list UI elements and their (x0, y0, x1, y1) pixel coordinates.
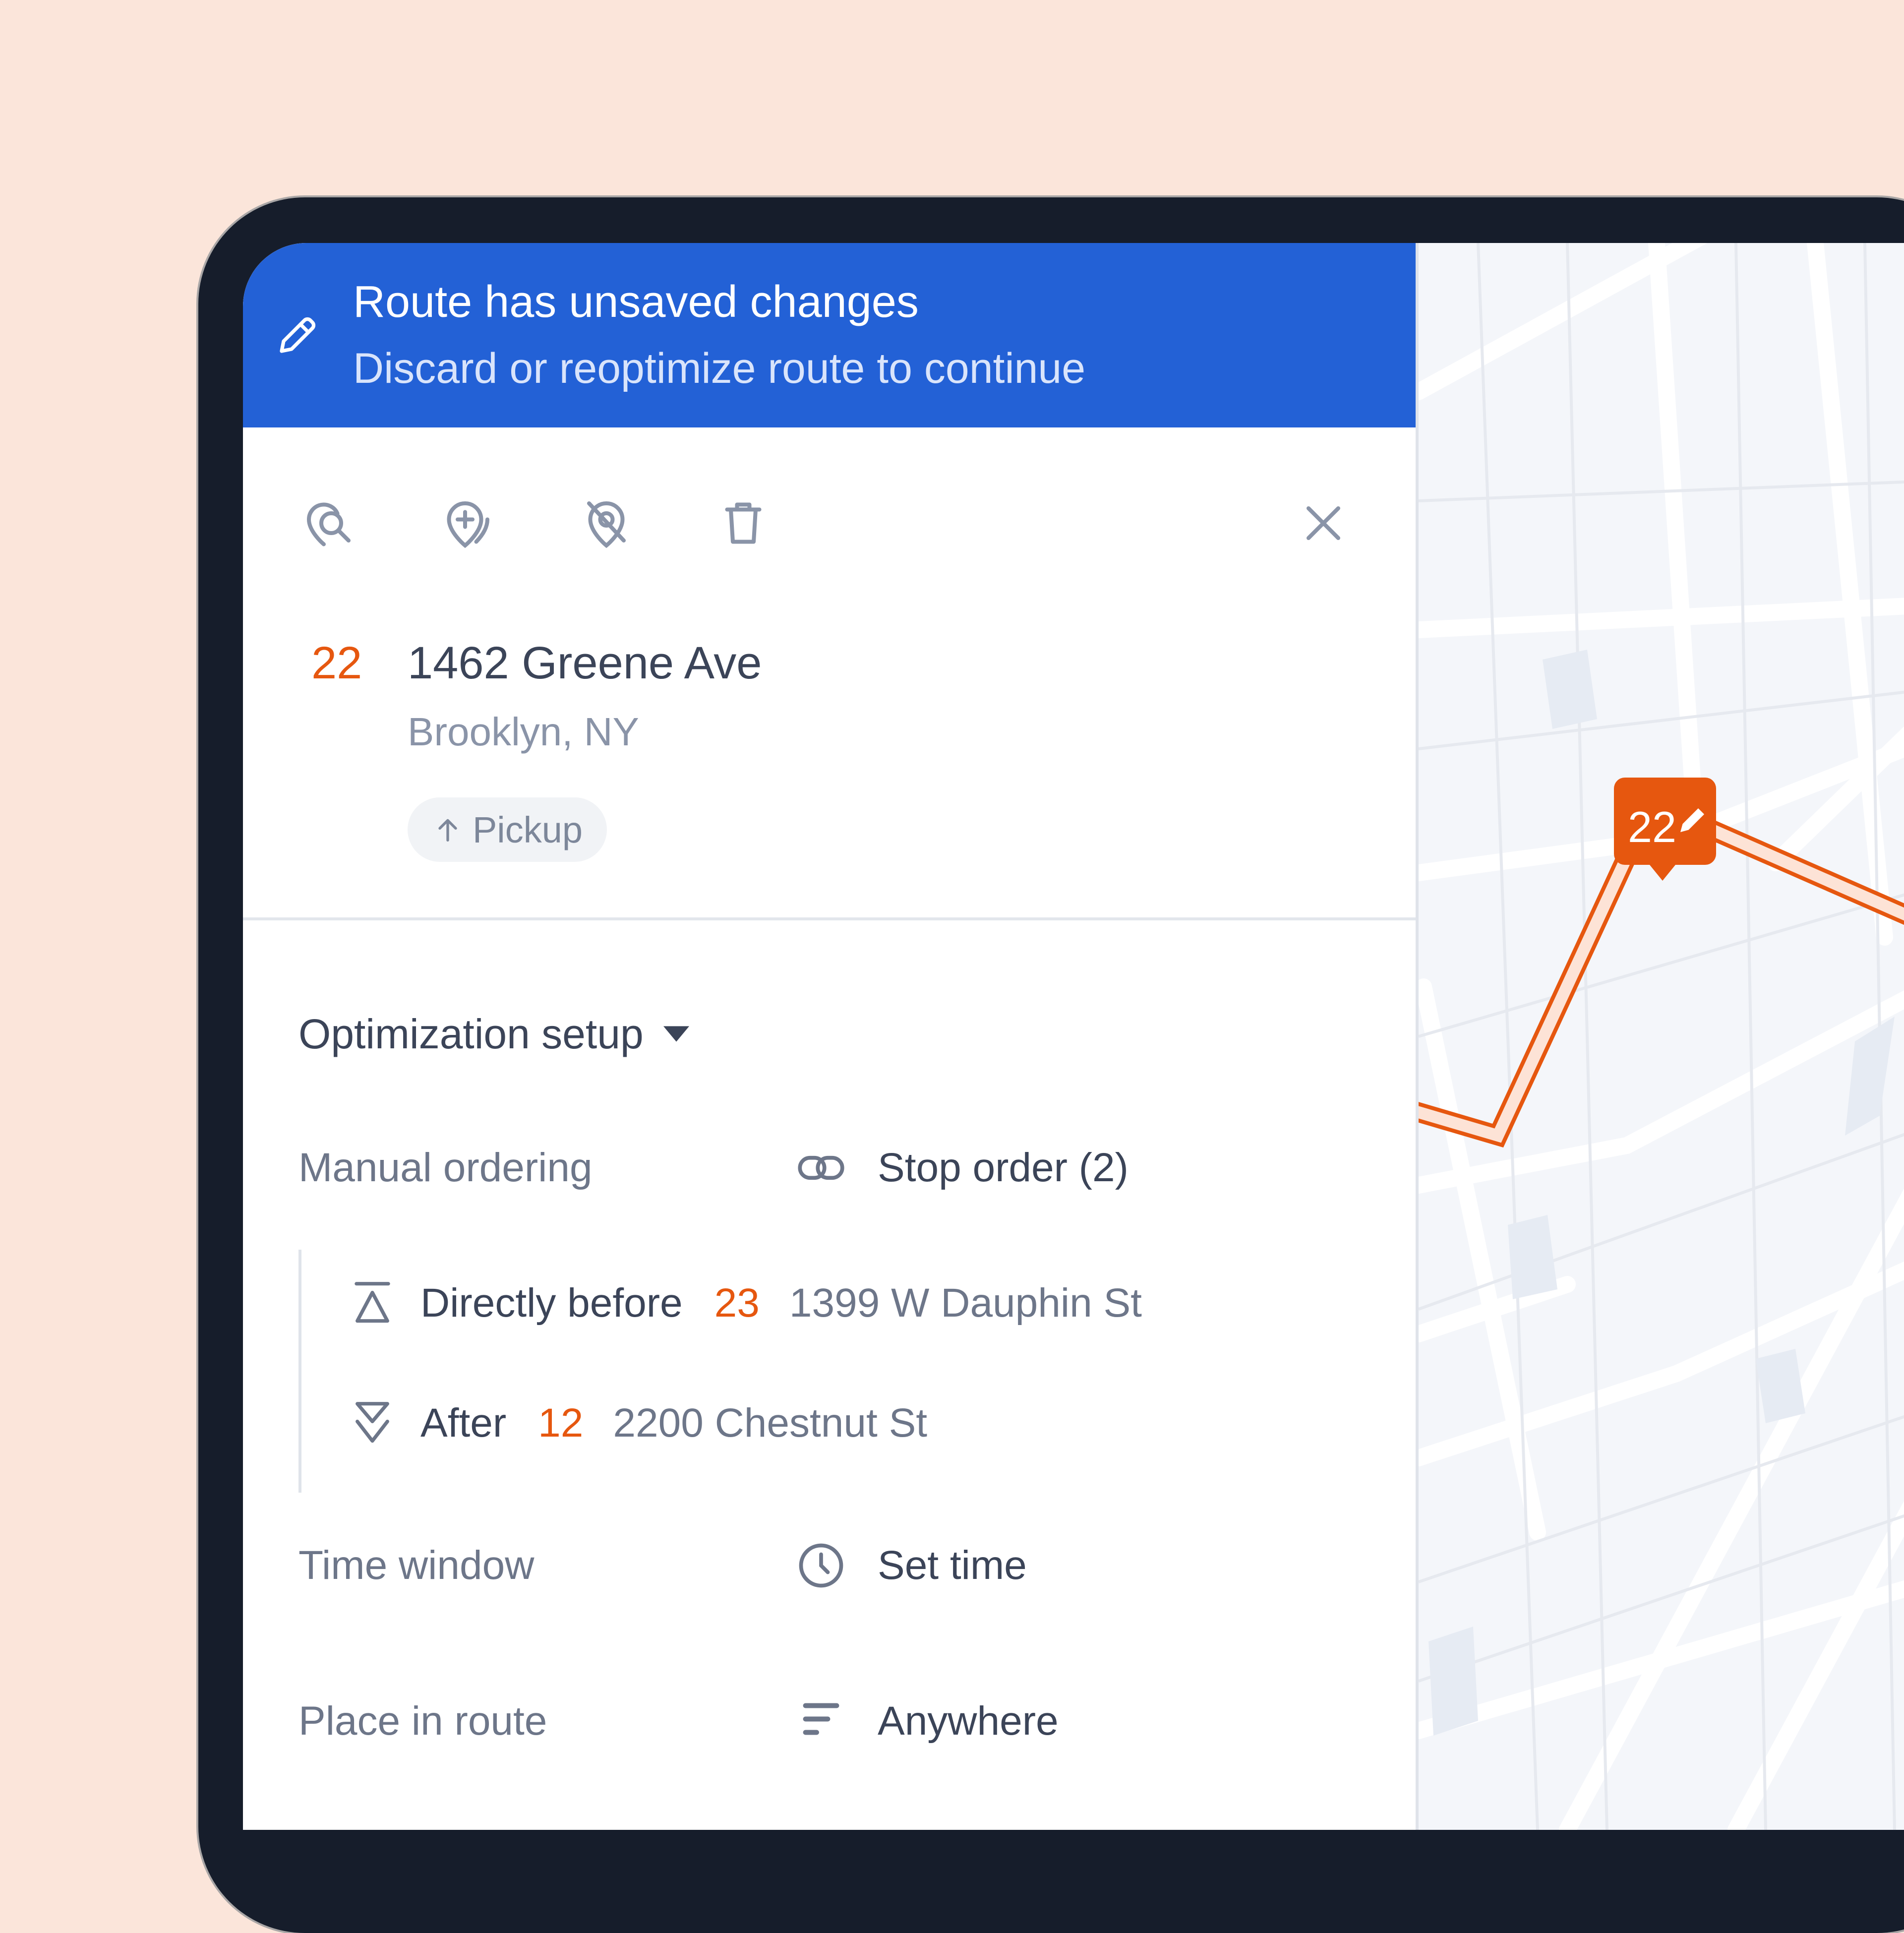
stop-type-badge: Pickup (408, 797, 607, 862)
trash-icon (725, 502, 762, 544)
ordering-stop-number: 23 (714, 1280, 760, 1326)
hide-map-pin-icon (587, 501, 626, 548)
search-stop-button[interactable] (297, 491, 361, 555)
ordering-entry-before[interactable]: Directly before 23 1399 W Dauphin St (351, 1276, 1142, 1330)
ordering-relation: Directly before (420, 1280, 683, 1326)
hide-stop-button[interactable] (574, 491, 639, 555)
stop-number: 22 (311, 638, 362, 688)
place-in-route-label: Place in route (298, 1698, 547, 1744)
app-screen: Route has unsaved changes Discard or reo… (243, 243, 1904, 1830)
marker-number: 22 (1628, 802, 1676, 851)
place-in-route-value: Anywhere (878, 1698, 1059, 1744)
ordering-stop-number: 12 (538, 1400, 584, 1446)
ordering-relation: After (420, 1400, 507, 1446)
clock-icon (799, 1543, 843, 1588)
priority-icon (803, 1703, 839, 1735)
after-icon (356, 1402, 389, 1443)
ordering-tree-line (298, 1250, 301, 1493)
directly-before-icon (355, 1282, 390, 1323)
stop-order-button[interactable]: Stop order (2) (794, 1141, 1129, 1195)
banner-title: Route has unsaved changes (353, 277, 919, 327)
stop-order-value: Stop order (2) (878, 1145, 1129, 1190)
add-stop-button[interactable] (435, 491, 500, 555)
optimization-setup-title: Optimization setup (298, 1011, 644, 1057)
stop-address: 1462 Greene Ave (408, 638, 762, 688)
stop-city: Brooklyn, NY (408, 710, 639, 754)
optimization-setup-toggle[interactable]: Optimization setup (298, 1007, 689, 1061)
place-in-route-button[interactable]: Anywhere (794, 1694, 1059, 1749)
ordering-stop-address: 2200 Chestnut St (613, 1400, 928, 1446)
link-icon (798, 1155, 844, 1180)
time-window-label: Time window (298, 1543, 535, 1588)
stop-details-panel: Route has unsaved changes Discard or reo… (243, 243, 1416, 1830)
stop-type-label: Pickup (472, 809, 583, 850)
search-map-pin-icon (306, 502, 351, 546)
delete-stop-button[interactable] (711, 491, 775, 555)
pencil-icon (280, 317, 316, 353)
close-button[interactable] (1291, 491, 1356, 555)
section-divider (243, 917, 1416, 920)
ordering-entry-after[interactable]: After 12 2200 Chestnut St (351, 1396, 927, 1450)
banner-subtitle: Discard or reoptimize route to continue (353, 345, 1086, 392)
ordering-stop-address: 1399 W Dauphin St (789, 1280, 1142, 1326)
set-time-value: Set time (878, 1543, 1027, 1588)
add-map-pin-icon (447, 501, 489, 548)
caret-down-icon (663, 1026, 689, 1042)
route-map[interactable]: 22 (1419, 243, 1904, 1830)
unsaved-changes-banner: Route has unsaved changes Discard or reo… (243, 243, 1416, 427)
manual-ordering-label: Manual ordering (298, 1145, 593, 1190)
close-icon (1307, 506, 1340, 540)
arrow-up-icon (438, 819, 457, 842)
set-time-button[interactable]: Set time (794, 1538, 1027, 1593)
